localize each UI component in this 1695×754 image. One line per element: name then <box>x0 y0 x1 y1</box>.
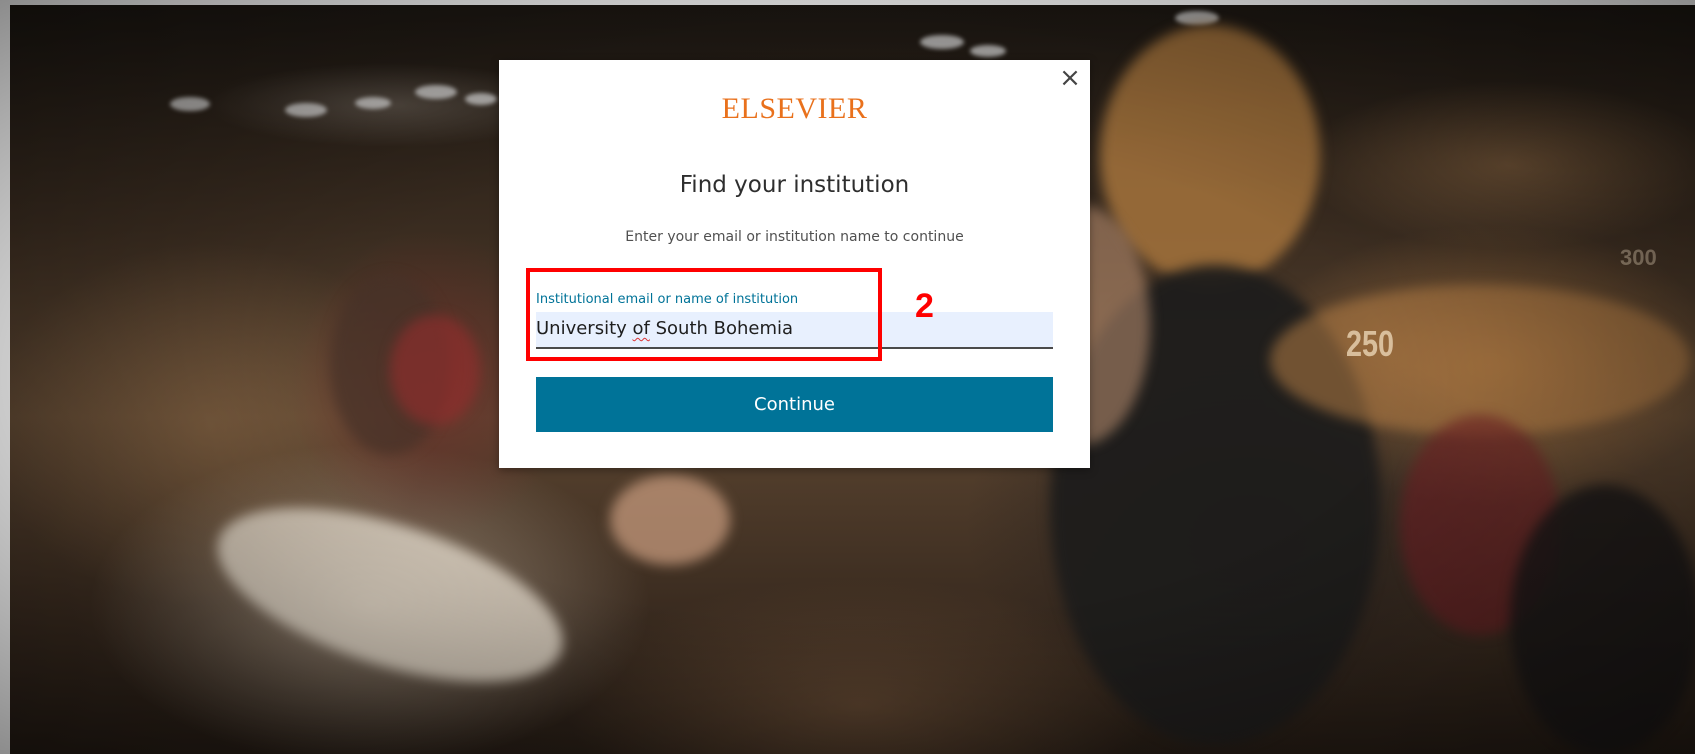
continue-button[interactable]: Continue <box>536 377 1053 432</box>
modal-subtitle: Enter your email or institution name to … <box>625 229 964 245</box>
input-text-misspelled: of <box>632 318 650 339</box>
institution-input[interactable]: University of South Bohemia <box>536 312 1053 349</box>
page: 250 300 × ELSEVIER Find your institution… <box>0 0 1695 754</box>
institution-field-label: Institutional email or name of instituti… <box>536 292 799 307</box>
institution-modal: × ELSEVIER Find your institution Enter y… <box>499 60 1090 468</box>
elsevier-logo: ELSEVIER <box>721 92 868 125</box>
institution-field-group: Institutional email or name of instituti… <box>536 290 1053 351</box>
input-text-after: South Bohemia <box>649 318 794 339</box>
close-icon: × <box>1059 63 1081 93</box>
input-text-before: University <box>536 318 633 339</box>
annotation-step-number: 2 <box>915 287 934 325</box>
modal-title: Find your institution <box>679 172 910 198</box>
close-button[interactable]: × <box>1056 64 1084 92</box>
